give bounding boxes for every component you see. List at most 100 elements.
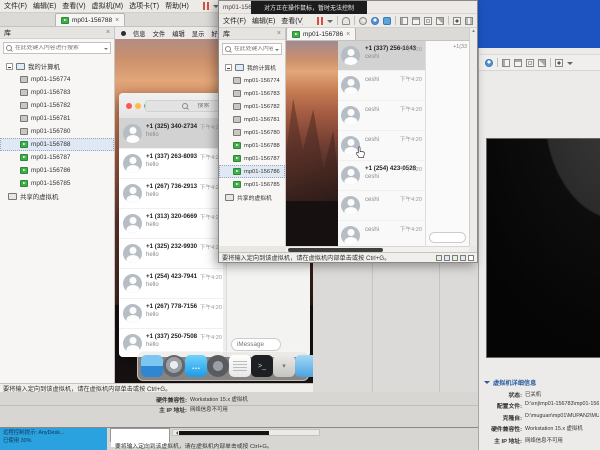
- toolbar-icon[interactable]: [550, 58, 551, 67]
- conversation-item[interactable]: +1 (325) 340-2734 hello 下午4:21: [119, 119, 225, 149]
- dock-icon[interactable]: [207, 355, 229, 377]
- vm-item[interactable]: mp01-156786: [0, 164, 114, 177]
- vm-item[interactable]: mp01-156782: [0, 99, 114, 112]
- macos-menu-item[interactable]: 编辑: [172, 29, 185, 38]
- vm-item[interactable]: mp01-156788: [0, 138, 114, 151]
- toolbar-icon[interactable]: [383, 17, 391, 25]
- expander-icon[interactable]: [6, 63, 13, 70]
- search-input[interactable]: [15, 45, 102, 51]
- toolbar-icon[interactable]: [359, 17, 367, 25]
- conversation-item[interactable]: +1 (267) 778-7156 hello 下午4:20: [119, 299, 225, 329]
- vm-item[interactable]: mp01-156788: [219, 139, 285, 152]
- dock-icon[interactable]: [295, 355, 313, 377]
- close-icon[interactable]: ×: [346, 31, 350, 38]
- menu-item[interactable]: 编辑(E): [33, 1, 56, 11]
- conversation-item[interactable]: +1 (254) 423-7941 hello 下午4:20: [119, 269, 225, 299]
- toolbar-icon[interactable]: [567, 62, 573, 68]
- anydesk-notification[interactable]: 远程控制提示: AnyDesk... 已使用 30%: [0, 428, 107, 450]
- conversation-item[interactable]: +1 (325) 232-9930 hello 下午4:20: [119, 239, 225, 269]
- macos-menu-item[interactable]: 文件: [153, 29, 166, 38]
- conversation-item[interactable]: +1 (267) 736-2913 hello 下午4:21: [119, 179, 225, 209]
- menu-item[interactable]: 文件(F): [223, 16, 246, 26]
- vm-item[interactable]: mp01-156782: [219, 100, 285, 113]
- vm-item[interactable]: mp01-156785: [219, 178, 285, 191]
- cd-icon[interactable]: [444, 255, 450, 261]
- dock-icon[interactable]: [163, 355, 185, 377]
- vm-item[interactable]: mp01-156785: [0, 177, 114, 190]
- search-input[interactable]: [234, 46, 273, 52]
- dock-icon[interactable]: [229, 355, 251, 377]
- toolbar-icon[interactable]: [502, 59, 510, 67]
- toolbar-icon[interactable]: [327, 20, 333, 26]
- toolbar-icon[interactable]: [342, 17, 350, 25]
- dock-icon[interactable]: [141, 355, 163, 377]
- expander-icon[interactable]: [225, 64, 232, 71]
- conversation-item[interactable]: +1 (337) 263-8093 hello 下午4:21: [119, 149, 225, 179]
- network-icon[interactable]: [452, 255, 458, 261]
- toolbar-icon[interactable]: [354, 16, 355, 25]
- toolbar-icon[interactable]: [448, 16, 449, 25]
- messages-search-input[interactable]: [191, 103, 217, 109]
- vm-item[interactable]: mp01-156781: [0, 112, 114, 125]
- dock-icon[interactable]: >_: [251, 355, 273, 377]
- vertical-scrollbar[interactable]: ▴: [469, 28, 477, 246]
- imessage-input-box[interactable]: [231, 338, 281, 351]
- vm-tab[interactable]: mp01-156786 ×: [286, 28, 356, 40]
- conversation-item[interactable]: ceshi 下午4:20: [338, 71, 425, 101]
- menu-item[interactable]: 选项卡(T): [129, 1, 159, 11]
- vm-item[interactable]: mp01-156780: [219, 126, 285, 139]
- vm-item[interactable]: mp01-156774: [0, 73, 114, 86]
- toolbar-icon[interactable]: [371, 17, 379, 25]
- toolbar-icon[interactable]: [497, 58, 498, 67]
- dropdown-arrow-icon[interactable]: [104, 48, 108, 52]
- scroll-left-arrow-icon[interactable]: [174, 431, 178, 435]
- macos-menu-item[interactable]: 信息: [133, 29, 146, 38]
- conversation-item[interactable]: ceshi 下午4:20: [338, 191, 425, 221]
- vm-item[interactable]: mp01-156783: [0, 86, 114, 99]
- menu-item[interactable]: 查看(V): [281, 16, 303, 26]
- my-computer-row[interactable]: 我的计算机: [219, 61, 285, 74]
- vm-item[interactable]: mp01-156787: [219, 152, 285, 165]
- sidebar-search[interactable]: [3, 42, 111, 54]
- details-section-title[interactable]: 虚拟机详细信息: [484, 378, 599, 387]
- toolbar-icon[interactable]: [485, 59, 493, 67]
- menu-item[interactable]: 帮助(H): [165, 1, 189, 11]
- close-icon[interactable]: ×: [106, 29, 110, 36]
- sound-icon[interactable]: [460, 255, 466, 261]
- conversation-item[interactable]: ceshi 下午4:20: [338, 221, 425, 246]
- bottom-scrollbar[interactable]: [172, 429, 320, 436]
- menu-item[interactable]: 文件(F): [4, 1, 27, 11]
- toolbar-icon[interactable]: [436, 17, 444, 25]
- vm-item[interactable]: mp01-156780: [0, 125, 114, 138]
- close-icon[interactable]: ×: [115, 17, 119, 24]
- menu-item[interactable]: 查看(V): [62, 1, 85, 11]
- toolbar-icon[interactable]: [465, 17, 473, 25]
- dock-icon[interactable]: ▾: [273, 355, 295, 377]
- menu-item[interactable]: 编辑(E): [252, 16, 275, 26]
- message-log-icon[interactable]: [468, 255, 474, 261]
- dropdown-arrow-icon[interactable]: [275, 49, 279, 53]
- minimize-traffic-light[interactable]: [135, 103, 141, 109]
- scrollbar-thumb[interactable]: [179, 431, 269, 435]
- conversation-item[interactable]: +1 (337) 256-1643 ceshi 下午4:20: [338, 41, 425, 71]
- toolbar-icon[interactable]: [337, 16, 338, 25]
- vm-item[interactable]: mp01-156781: [219, 113, 285, 126]
- toolbar-icon[interactable]: [400, 17, 408, 25]
- apple-icon[interactable]: [121, 31, 126, 36]
- toolbar-icon[interactable]: [453, 17, 461, 25]
- shared-vms-row[interactable]: 共享的虚拟机: [219, 191, 285, 204]
- vm-item[interactable]: mp01-156774: [219, 74, 285, 87]
- sidebar-search[interactable]: [222, 43, 282, 55]
- hard-disk-icon[interactable]: [436, 255, 442, 261]
- my-computer-row[interactable]: 我的计算机: [0, 60, 114, 73]
- bottom-input-box[interactable]: [110, 428, 170, 442]
- vm-item[interactable]: mp01-156787: [0, 151, 114, 164]
- vm-screen-thumbnail[interactable]: [486, 138, 600, 358]
- dock-icon[interactable]: …: [185, 355, 207, 377]
- toolbar-icon[interactable]: [412, 17, 420, 25]
- conversation-item[interactable]: +1 (254) 423-0528 ceshi 下午4:20: [338, 161, 425, 191]
- toolbar-icon[interactable]: [203, 2, 209, 10]
- imessage-input[interactable]: [237, 341, 275, 348]
- imessage-input-box[interactable]: [429, 232, 466, 243]
- macos-menu-item[interactable]: 显示: [192, 29, 205, 38]
